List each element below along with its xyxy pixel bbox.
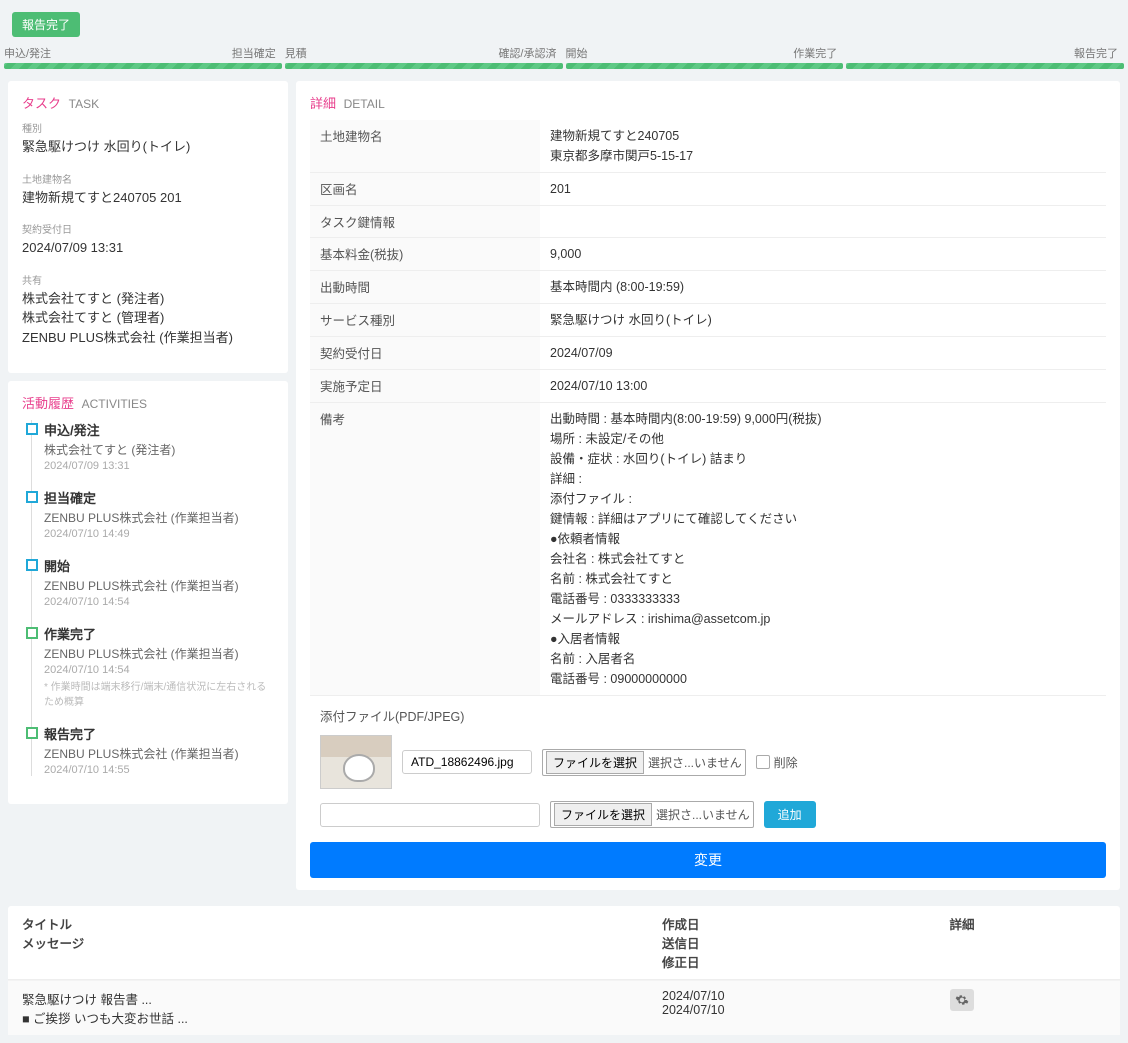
detail-key: サービス種別 bbox=[310, 304, 540, 337]
activity-item: 担当確定 ZENBU PLUS株式会社 (作業担当者) 2024/07/10 14:… bbox=[22, 488, 274, 540]
activity-time: 2024/07/10 14:55 bbox=[44, 764, 274, 776]
activities-card: 活動履歴 ACTIVITIES 申込/発注株式会社てすと (発注者) 2024/0… bbox=[8, 381, 288, 804]
attach-row: ファイルを選択 選択さ...いません 追加 bbox=[310, 795, 1106, 834]
detail-value: 緊急駆けつけ 水回り(トイレ) bbox=[540, 304, 1106, 337]
report-hdr-modified: 修正日 bbox=[662, 952, 932, 971]
activity-title: 作業完了 bbox=[44, 624, 274, 643]
activity-time: 2024/07/10 14:54 bbox=[44, 596, 274, 608]
progress-bar bbox=[4, 63, 282, 69]
progress-row: 申込/発注 担当確定 見積 確認/承認済 開始 作業完了 報告完了 bbox=[0, 45, 1128, 73]
detail-card: 詳細 DETAIL 土地建物名建物新規てすと240705東京都多摩市関戸5-15… bbox=[296, 81, 1120, 890]
task-value: 2024/07/09 13:31 bbox=[22, 238, 274, 258]
detail-value: 建物新規てすと240705東京都多摩市関戸5-15-17 bbox=[540, 120, 1106, 173]
activities-section-title: 活動履歴 ACTIVITIES bbox=[22, 393, 274, 412]
activity-sub: ZENBU PLUS株式会社 (作業担当者) bbox=[44, 645, 274, 662]
detail-value: 基本時間内 (8:00-19:59) bbox=[540, 271, 1106, 304]
attach-thumbnail[interactable] bbox=[320, 735, 392, 789]
detail-value: 201 bbox=[540, 173, 1106, 206]
progress-label: 作業完了 bbox=[793, 45, 837, 61]
detail-key: 備考 bbox=[310, 403, 540, 696]
task-label: 種別 bbox=[22, 120, 274, 135]
progress-label: 開始 bbox=[566, 45, 588, 61]
activity-item: 開始 ZENBU PLUS株式会社 (作業担当者) 2024/07/10 14:54 bbox=[22, 556, 274, 608]
delete-checkbox[interactable]: 削除 bbox=[756, 754, 798, 771]
activity-item: 報告完了 ZENBU PLUS株式会社 (作業担当者) 2024/07/10 14:… bbox=[22, 724, 274, 776]
detail-value: 出動時間 : 基本時間内(8:00-19:59) 9,000円(税抜)場所 : … bbox=[540, 403, 1106, 696]
task-label: 共有 bbox=[22, 272, 274, 287]
status-badge: 報告完了 bbox=[12, 12, 80, 37]
activity-sub: ZENBU PLUS株式会社 (作業担当者) bbox=[44, 745, 274, 762]
detail-value: 9,000 bbox=[540, 238, 1106, 271]
file-choose-button[interactable]: ファイルを選択 bbox=[554, 803, 652, 826]
detail-key: 実施予定日 bbox=[310, 370, 540, 403]
filename-input[interactable] bbox=[320, 803, 540, 827]
report-date: 2024/07/10 bbox=[662, 1003, 932, 1017]
activity-time: 2024/07/10 14:49 bbox=[44, 528, 274, 540]
activity-title: 申込/発注 bbox=[44, 420, 274, 439]
detail-value: 2024/07/09 bbox=[540, 337, 1106, 370]
detail-section-title: 詳細 DETAIL bbox=[310, 93, 1106, 112]
report-row: 緊急駆けつけ 報告書 ... ■ ご挨拶 いつも大変お世話 ... 2024/0… bbox=[8, 980, 1120, 1035]
detail-key: 基本料金(税抜) bbox=[310, 238, 540, 271]
report-title: 緊急駆けつけ 報告書 ... bbox=[22, 989, 662, 1008]
filename-input[interactable] bbox=[402, 750, 532, 774]
attach-label: 添付ファイル(PDF/JPEG) bbox=[310, 702, 1106, 729]
detail-key: タスク鍵情報 bbox=[310, 206, 540, 238]
attach-row: ファイルを選択 選択さ...いません 削除 bbox=[310, 729, 1106, 795]
activity-sub: ZENBU PLUS株式会社 (作業担当者) bbox=[44, 577, 274, 594]
file-status: 選択さ...いません bbox=[656, 806, 750, 823]
detail-key: 契約受付日 bbox=[310, 337, 540, 370]
task-section-title: タスク TASK bbox=[22, 93, 274, 112]
activity-time: 2024/07/09 13:31 bbox=[44, 460, 274, 472]
detail-table: 土地建物名建物新規てすと240705東京都多摩市関戸5-15-17区画名201タ… bbox=[310, 120, 1106, 696]
progress-label: 担当確定 bbox=[232, 45, 276, 61]
progress-label: 見積 bbox=[285, 45, 307, 61]
progress-label: 申込/発注 bbox=[4, 45, 51, 61]
report-section: タイトル メッセージ 作成日 送信日 修正日 詳細 緊急駆けつけ 報告書 ...… bbox=[8, 906, 1120, 1035]
file-choose-button[interactable]: ファイルを選択 bbox=[546, 751, 644, 774]
report-hdr-title: タイトル bbox=[22, 914, 662, 933]
task-value: 株式会社てすと (発注者)株式会社てすと (管理者)ZENBU PLUS株式会社… bbox=[22, 289, 274, 348]
activity-item: 申込/発注株式会社てすと (発注者) 2024/07/09 13:31 bbox=[22, 420, 274, 472]
task-value: 建物新規てすと240705 201 bbox=[22, 188, 274, 208]
activity-title: 担当確定 bbox=[44, 488, 274, 507]
report-message: ■ ご挨拶 いつも大変お世話 ... bbox=[22, 1008, 662, 1027]
add-button[interactable]: 追加 bbox=[764, 801, 816, 828]
detail-value: 2024/07/10 13:00 bbox=[540, 370, 1106, 403]
activity-title: 開始 bbox=[44, 556, 274, 575]
progress-label: 報告完了 bbox=[1074, 45, 1118, 61]
report-hdr-message: メッセージ bbox=[22, 933, 662, 952]
report-hdr-detail: 詳細 bbox=[932, 914, 992, 971]
progress-bar bbox=[285, 63, 563, 69]
activity-note: * 作業時間は端末移行/端末/通信状況に左右されるため概算 bbox=[44, 678, 274, 708]
activity-title: 報告完了 bbox=[44, 724, 274, 743]
activity-sub: 株式会社てすと (発注者) bbox=[44, 441, 274, 458]
activity-sub: ZENBU PLUS株式会社 (作業担当者) bbox=[44, 509, 274, 526]
task-card: タスク TASK 種別緊急駆けつけ 水回り(トイレ) 土地建物名建物新規てすと24… bbox=[8, 81, 288, 373]
task-label: 土地建物名 bbox=[22, 171, 274, 186]
task-label: 契約受付日 bbox=[22, 221, 274, 236]
report-hdr-created: 作成日 bbox=[662, 914, 932, 933]
gear-icon[interactable] bbox=[950, 989, 974, 1011]
task-value: 緊急駆けつけ 水回り(トイレ) bbox=[22, 137, 274, 157]
report-date: 2024/07/10 bbox=[662, 989, 932, 1003]
file-status: 選択さ...いません bbox=[648, 754, 742, 771]
report-hdr-sent: 送信日 bbox=[662, 933, 932, 952]
activity-item: 作業完了 ZENBU PLUS株式会社 (作業担当者) 2024/07/10 14:… bbox=[22, 624, 274, 708]
detail-key: 区画名 bbox=[310, 173, 540, 206]
activity-time: 2024/07/10 14:54 bbox=[44, 664, 274, 676]
progress-bar bbox=[846, 63, 1124, 69]
change-button[interactable]: 変更 bbox=[310, 842, 1106, 878]
detail-key: 土地建物名 bbox=[310, 120, 540, 173]
detail-key: 出動時間 bbox=[310, 271, 540, 304]
detail-value bbox=[540, 206, 1106, 238]
progress-label: 確認/承認済 bbox=[498, 45, 556, 61]
progress-bar bbox=[566, 63, 844, 69]
